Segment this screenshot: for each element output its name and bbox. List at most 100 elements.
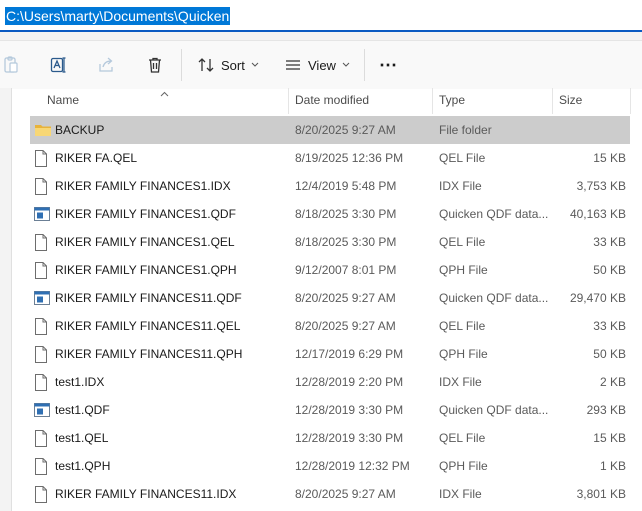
file-type: Quicken QDF data... (439, 207, 549, 221)
file-size: 50 KB (593, 263, 626, 277)
file-size: 15 KB (593, 431, 626, 445)
sort-label: Sort (221, 57, 245, 73)
file-icon (34, 374, 48, 396)
address-bar[interactable]: C:\Users\marty\Documents\Quicken (0, 0, 642, 32)
date-modified: 12/17/2019 6:29 PM (295, 347, 404, 361)
view-label: View (308, 57, 336, 73)
file-row[interactable]: RIKER FAMILY FINANCES1.IDX 12/4/2019 5:48… (30, 172, 630, 200)
file-row[interactable]: test1.QEL 12/28/2019 3:30 PM QEL File 15 KB (30, 424, 630, 452)
file-name: test1.QDF (55, 403, 110, 417)
file-size: 29,470 KB (569, 291, 626, 305)
file-row[interactable]: test1.QPH 12/28/2019 12:32 PM QPH File 1 KB (30, 452, 630, 480)
toolbar-separator (364, 49, 365, 81)
file-name: test1.QEL (55, 431, 109, 445)
file-type: Quicken QDF data... (439, 291, 549, 305)
share-button[interactable] (98, 41, 116, 89)
file-name: RIKER FAMILY FINANCES1.IDX (55, 179, 231, 193)
file-name: test1.IDX (55, 375, 105, 389)
more-icon: ⋯ (379, 54, 398, 75)
file-icon (34, 486, 48, 508)
file-icon (34, 318, 48, 340)
navigation-pane-edge[interactable] (0, 88, 12, 511)
quicken-data-icon (34, 402, 50, 423)
file-type: IDX File (439, 375, 482, 389)
file-type: QPH File (439, 459, 488, 473)
vertical-scrollbar[interactable] (632, 116, 642, 511)
date-modified: 12/28/2019 3:30 PM (295, 431, 404, 445)
quicken-data-icon (34, 290, 50, 311)
column-header-date[interactable]: Date modified (288, 88, 432, 114)
date-modified: 8/20/2025 9:27 AM (295, 319, 396, 333)
date-modified: 12/28/2019 12:32 PM (295, 459, 410, 473)
view-button[interactable]: View (284, 41, 350, 89)
address-toolbar-gap (0, 32, 642, 40)
address-path-text[interactable]: C:\Users\marty\Documents\Quicken (5, 7, 231, 25)
more-options-button[interactable]: ⋯ (379, 41, 398, 89)
date-modified: 12/28/2019 3:30 PM (295, 403, 404, 417)
column-header-size[interactable]: Size (552, 88, 630, 114)
date-modified: 12/4/2019 5:48 PM (295, 179, 397, 193)
delete-button[interactable] (146, 41, 164, 89)
file-type: File folder (439, 123, 492, 137)
folder-icon (34, 122, 52, 143)
date-modified: 12/28/2019 2:20 PM (295, 375, 404, 389)
file-icon (34, 458, 48, 480)
file-type: QEL File (439, 319, 486, 333)
date-modified: 8/18/2025 3:30 PM (295, 207, 397, 221)
file-type: Quicken QDF data... (439, 403, 549, 417)
file-row[interactable]: RIKER FAMILY FINANCES11.QEL 8/20/2025 9:2… (30, 312, 630, 340)
file-icon (34, 234, 48, 256)
date-modified: 8/18/2025 3:30 PM (295, 235, 397, 249)
date-modified: 8/19/2025 12:36 PM (295, 151, 404, 165)
column-divider[interactable] (630, 88, 631, 114)
file-size: 1 KB (599, 459, 626, 473)
file-list: BACKUP 8/20/2025 9:27 AM File folder RIKER … (30, 116, 630, 508)
file-type: QEL File (439, 235, 486, 249)
file-type: QPH File (439, 347, 488, 361)
file-icon (34, 262, 48, 284)
file-name: RIKER FAMILY FINANCES1.QDF (55, 207, 236, 221)
file-name: RIKER FA.QEL (55, 151, 138, 165)
column-header-type[interactable]: Type (432, 88, 552, 114)
date-modified: 9/12/2007 8:01 PM (295, 263, 397, 277)
toolbar-separator (181, 49, 182, 81)
file-row[interactable]: RIKER FAMILY FINANCES11.QPH 12/17/2019 6:… (30, 340, 630, 368)
file-size: 293 KB (586, 403, 626, 417)
rename-icon (50, 56, 68, 74)
file-row[interactable]: test1.QDF 12/28/2019 3:30 PM Quicken QDF d… (30, 396, 630, 424)
file-size: 33 KB (593, 319, 626, 333)
paste-button[interactable] (2, 41, 20, 89)
quicken-data-icon (34, 206, 50, 227)
folder-row[interactable]: BACKUP 8/20/2025 9:27 AM File folder (30, 116, 630, 144)
paste-icon (2, 56, 20, 74)
chevron-down-icon (251, 62, 259, 68)
file-name: RIKER FAMILY FINANCES11.IDX (55, 487, 237, 501)
sort-icon (197, 56, 215, 74)
file-row[interactable]: RIKER FAMILY FINANCES1.QEL 8/18/2025 3:30… (30, 228, 630, 256)
rename-button[interactable] (50, 41, 68, 89)
file-row[interactable]: test1.IDX 12/28/2019 2:20 PM IDX File 2 KB (30, 368, 630, 396)
sort-button[interactable]: Sort (197, 41, 259, 89)
file-name: RIKER FAMILY FINANCES11.QPH (55, 347, 243, 361)
file-size: 33 KB (593, 235, 626, 249)
file-icon (34, 346, 48, 368)
file-icon (34, 150, 48, 172)
chevron-down-icon (342, 62, 350, 68)
trash-icon (146, 56, 164, 74)
file-row[interactable]: RIKER FAMILY FINANCES1.QPH 9/12/2007 8:01… (30, 256, 630, 284)
file-type: IDX File (439, 487, 482, 501)
file-name: test1.QPH (55, 459, 111, 473)
file-type: QEL File (439, 151, 486, 165)
file-row[interactable]: RIKER FAMILY FINANCES1.QDF 8/18/2025 3:30… (30, 200, 630, 228)
share-icon (98, 56, 116, 74)
file-icon (34, 178, 48, 200)
file-row[interactable]: RIKER FAMILY FINANCES11.QDF 8/20/2025 9:2… (30, 284, 630, 312)
column-header-name[interactable]: Name (40, 88, 288, 114)
column-header-row: Name Date modified Type Size (30, 88, 642, 114)
command-toolbar: Sort View ⋯ (0, 40, 642, 89)
view-icon (284, 56, 302, 74)
file-row[interactable]: RIKER FAMILY FINANCES11.IDX 8/20/2025 9:2… (30, 480, 630, 508)
file-size: 50 KB (593, 347, 626, 361)
file-icon (34, 430, 48, 452)
file-row[interactable]: RIKER FA.QEL 8/19/2025 12:36 PM QEL File 15… (30, 144, 630, 172)
